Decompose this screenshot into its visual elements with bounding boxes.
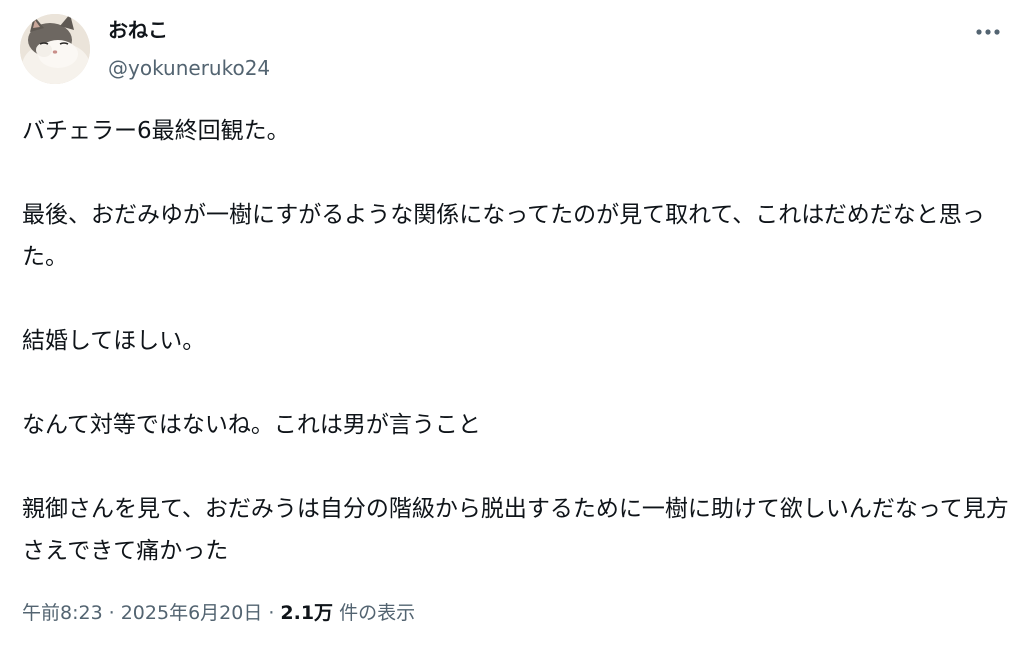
separator: · [268, 602, 275, 624]
post-time: 午前8:23 [22, 602, 103, 624]
post-time-link[interactable]: 午前8:23 · 2025年6月20日 [22, 602, 262, 624]
post-text: バチェラー6最終回観た。 最後、おだみゆが一樹にすがるような関係になってたのが見… [22, 110, 1012, 572]
more-options-button[interactable] [968, 18, 1008, 46]
post-date: 2025年6月20日 [120, 602, 263, 624]
post-paragraph: 結婚してほしい。 [22, 328, 206, 354]
views-link[interactable]: 2.1万 件の表示 [280, 602, 415, 624]
user-handle[interactable]: @yokuneruko24 [108, 54, 270, 82]
tweet-card: おねこ @yokuneruko24 バチェラー6最終回観た。 最後、おだみゆが一… [0, 0, 1024, 645]
more-horizontal-icon [976, 29, 1000, 35]
cat-avatar-icon [20, 14, 90, 84]
display-name[interactable]: おねこ [108, 16, 168, 44]
post-paragraph: バチェラー6最終回観た。 [22, 118, 290, 144]
post-paragraph: なんて対等ではないね。これは男が言うこと [22, 412, 481, 438]
post-metadata: 午前8:23 · 2025年6月20日 · 2.1万 件の表示 [22, 598, 415, 628]
views-count: 2.1万 [280, 602, 334, 624]
separator: · [108, 602, 115, 624]
views-label: 件の表示 [339, 602, 416, 624]
post-paragraph: 親御さんを見て、おだみうは自分の階級から脱出するために一樹に助けて欲しいんだなっ… [22, 496, 1009, 564]
post-paragraph: 最後、おだみゆが一樹にすがるような関係になってたのが見て取れて、これはだめだなと… [22, 202, 985, 270]
avatar[interactable] [20, 14, 90, 84]
